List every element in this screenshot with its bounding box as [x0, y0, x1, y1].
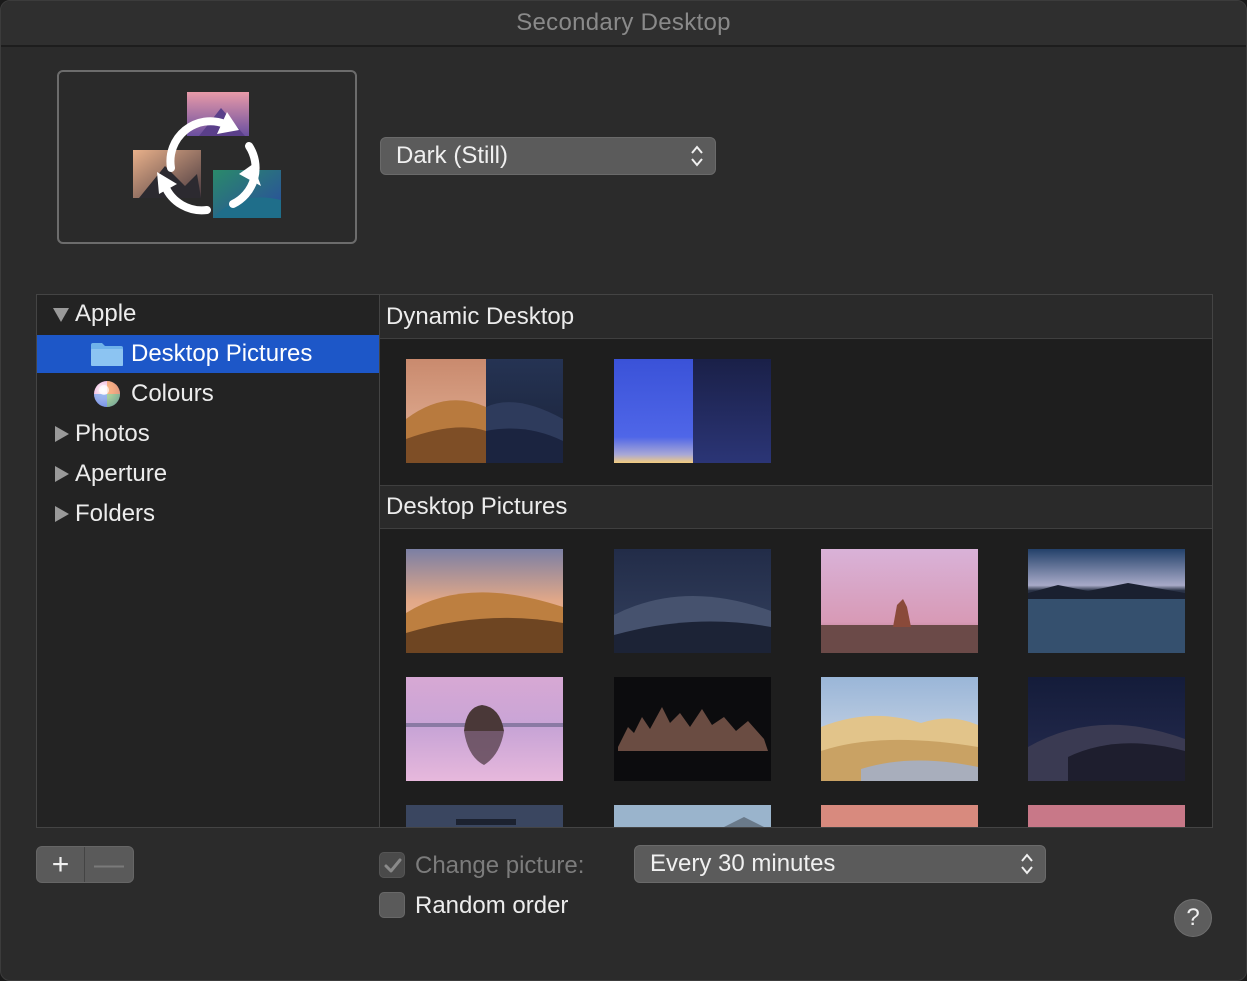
folder-icon: [91, 343, 123, 366]
thumbnail-partial-3[interactable]: [821, 805, 978, 827]
desktop-style-popup[interactable]: Dark (Still): [380, 137, 716, 175]
thumbnail-partial-2[interactable]: [614, 805, 771, 827]
section-title: Dynamic Desktop: [386, 302, 575, 330]
thumbnail-tufa-night[interactable]: [614, 677, 771, 781]
window-title: Secondary Desktop: [516, 9, 731, 36]
thumbnail-sand-dunes-day[interactable]: [821, 677, 978, 781]
change-interval-value: Every 30 minutes: [650, 850, 836, 877]
section-header-desktop-pictures: Desktop Pictures: [380, 485, 1212, 529]
source-desktop-pictures[interactable]: Desktop Pictures: [37, 335, 379, 373]
thumbnail-dune-night[interactable]: [1028, 677, 1185, 781]
section-title: Desktop Pictures: [386, 493, 568, 520]
thumbnail-lake-dusk[interactable]: [1028, 549, 1185, 653]
thumbnail-mojave-night[interactable]: [614, 549, 771, 653]
disclosure-expanded-icon[interactable]: [53, 308, 69, 322]
disclosure-collapsed-icon[interactable]: [55, 426, 69, 442]
section-header-dynamic: Dynamic Desktop: [380, 295, 1212, 339]
thumbnail-solar-gradients[interactable]: [614, 359, 771, 463]
disclosure-collapsed-icon[interactable]: [55, 506, 69, 522]
picture-gallery[interactable]: Dynamic Desktop Desktop Pictures: [379, 294, 1213, 828]
source-apple[interactable]: Apple: [37, 295, 379, 333]
colour-wheel-icon: [94, 381, 120, 407]
source-list: Apple Desktop Pictures Colours Photos Ap…: [36, 294, 379, 828]
disclosure-collapsed-icon[interactable]: [55, 466, 69, 482]
source-photos[interactable]: Photos: [37, 415, 379, 453]
change-interval-popup[interactable]: Every 30 minutes: [634, 845, 1046, 883]
help-button[interactable]: ?: [1174, 899, 1212, 937]
up-down-chevron-icon: [1021, 853, 1033, 875]
source-label: Folders: [75, 500, 156, 527]
up-down-chevron-icon: [691, 145, 703, 167]
thumbnail-mojave-day[interactable]: [406, 549, 563, 653]
add-folder-button[interactable]: +: [37, 847, 86, 882]
source-label: Aperture: [75, 460, 168, 487]
thumbnail-lake-rock-reflection[interactable]: [406, 677, 563, 781]
source-folders[interactable]: Folders: [37, 495, 379, 533]
remove-folder-button[interactable]: —: [85, 847, 133, 882]
thumbnail-partial-1[interactable]: [406, 805, 563, 827]
random-order-label: Random order: [415, 892, 569, 919]
source-label: Colours: [131, 380, 214, 407]
desktop-style-value: Dark (Still): [396, 142, 508, 169]
thumbnail-partial-4[interactable]: [1028, 805, 1185, 827]
thumbnail-desert-rock-pink[interactable]: [821, 549, 978, 653]
desktop-preview: [57, 70, 357, 244]
source-label: Photos: [75, 420, 150, 447]
source-label: Desktop Pictures: [131, 340, 313, 367]
title-bar: Secondary Desktop: [1, 1, 1246, 47]
desktop-preferences-window: Secondary Desktop Dark (Still) Apple Des…: [0, 0, 1247, 981]
random-order-checkbox[interactable]: [379, 892, 405, 918]
source-aperture[interactable]: Aperture: [37, 455, 379, 493]
checkmark-icon: [384, 858, 402, 873]
change-picture-label: Change picture:: [415, 852, 585, 879]
thumbnail-mojave-dynamic[interactable]: [406, 359, 563, 463]
source-label: Apple: [75, 300, 137, 327]
change-picture-checkbox[interactable]: [379, 852, 405, 878]
source-colours[interactable]: Colours: [37, 375, 379, 413]
rotate-pictures-icon: [133, 92, 281, 218]
add-remove-control: + —: [36, 846, 134, 883]
